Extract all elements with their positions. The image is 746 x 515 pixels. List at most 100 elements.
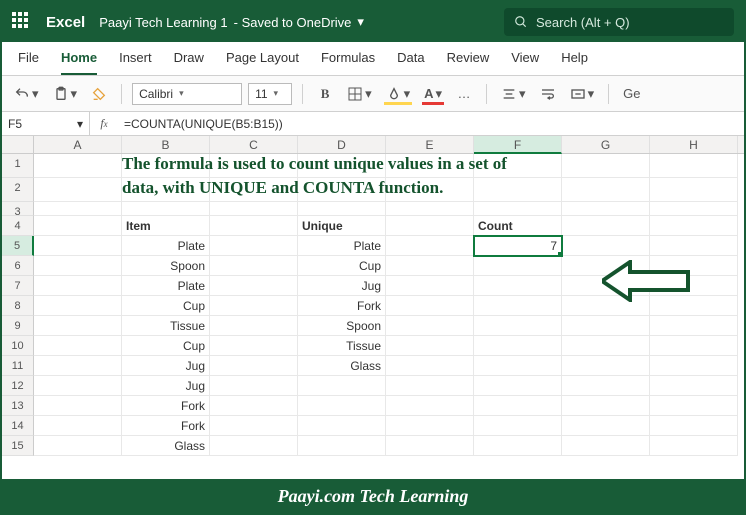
row-head[interactable]: 15 bbox=[2, 436, 34, 456]
chevron-down-icon: ▾ bbox=[77, 117, 83, 131]
row-head[interactable]: 6 bbox=[2, 256, 34, 276]
col-head-g[interactable]: G bbox=[562, 136, 650, 153]
cell[interactable] bbox=[34, 154, 122, 178]
cell[interactable] bbox=[650, 154, 738, 178]
app-name: Excel bbox=[46, 14, 85, 31]
cell[interactable]: The formula is used to count unique valu… bbox=[122, 154, 210, 178]
col-head-c[interactable]: C bbox=[210, 136, 298, 153]
cell[interactable] bbox=[562, 178, 650, 202]
row-head[interactable]: 10 bbox=[2, 336, 34, 356]
bold-button[interactable]: B bbox=[313, 82, 337, 106]
cell[interactable] bbox=[650, 178, 738, 202]
wrap-text-button[interactable] bbox=[536, 82, 560, 106]
cell-header-count[interactable]: Count bbox=[474, 216, 562, 236]
row-head[interactable]: 13 bbox=[2, 396, 34, 416]
row-head[interactable]: 1 bbox=[2, 154, 34, 178]
cell-unique[interactable]: Jug bbox=[298, 276, 386, 296]
app-launcher-icon[interactable] bbox=[12, 12, 32, 32]
tab-data[interactable]: Data bbox=[397, 50, 424, 75]
undo-button[interactable]: ▾ bbox=[10, 82, 43, 106]
row-head[interactable]: 12 bbox=[2, 376, 34, 396]
document-name: Paayi Tech Learning 1 bbox=[99, 15, 227, 30]
cell-item[interactable]: Glass bbox=[122, 436, 210, 456]
cell-unique[interactable]: Cup bbox=[298, 256, 386, 276]
cell-item[interactable]: Spoon bbox=[122, 256, 210, 276]
cell-item[interactable]: Jug bbox=[122, 356, 210, 376]
tab-insert[interactable]: Insert bbox=[119, 50, 152, 75]
cell-item[interactable]: Fork bbox=[122, 416, 210, 436]
row-head[interactable]: 7 bbox=[2, 276, 34, 296]
chevron-down-icon: ▾ bbox=[404, 86, 411, 102]
align-center-button[interactable]: ▾ bbox=[497, 82, 530, 106]
cell-item[interactable]: Cup bbox=[122, 336, 210, 356]
tab-draw[interactable]: Draw bbox=[174, 50, 204, 75]
col-head-h[interactable]: H bbox=[650, 136, 738, 153]
col-head-d[interactable]: D bbox=[298, 136, 386, 153]
cell[interactable] bbox=[562, 154, 650, 178]
col-head-e[interactable]: E bbox=[386, 136, 474, 153]
cell[interactable]: data, with UNIQUE and COUNTA function. bbox=[122, 178, 210, 202]
tab-home[interactable]: Home bbox=[61, 50, 97, 75]
document-title[interactable]: Paayi Tech Learning 1 - Saved to OneDriv… bbox=[99, 14, 364, 30]
row-head[interactable]: 14 bbox=[2, 416, 34, 436]
cell[interactable] bbox=[386, 216, 474, 236]
cell-item[interactable]: Jug bbox=[122, 376, 210, 396]
cell-unique[interactable]: Spoon bbox=[298, 316, 386, 336]
cell[interactable] bbox=[34, 178, 122, 202]
name-box-value: F5 bbox=[8, 117, 22, 131]
fill-color-button[interactable]: ▾ bbox=[382, 82, 415, 106]
col-head-a[interactable]: A bbox=[34, 136, 122, 153]
row-head[interactable]: 4 bbox=[2, 216, 34, 236]
font-size-select[interactable]: 11 ▾ bbox=[248, 83, 292, 105]
col-head-f[interactable]: F bbox=[474, 136, 562, 154]
cell[interactable] bbox=[34, 216, 122, 236]
tab-page-layout[interactable]: Page Layout bbox=[226, 50, 299, 75]
more-font-button[interactable]: … bbox=[452, 82, 476, 106]
chevron-down-icon: ▾ bbox=[32, 86, 39, 102]
col-head-b[interactable]: B bbox=[122, 136, 210, 153]
cell-unique[interactable]: Tissue bbox=[298, 336, 386, 356]
chevron-down-icon: ▾ bbox=[365, 86, 372, 102]
footer-banner: Paayi.com Tech Learning bbox=[2, 479, 744, 513]
cell-item[interactable]: Cup bbox=[122, 296, 210, 316]
cell-item[interactable]: Plate bbox=[122, 236, 210, 256]
cell-header-item[interactable]: Item bbox=[122, 216, 210, 236]
cell[interactable] bbox=[210, 216, 298, 236]
explain-text-2: data, with UNIQUE and COUNTA function. bbox=[122, 178, 443, 198]
cell[interactable] bbox=[474, 178, 562, 202]
cell-unique[interactable]: Plate bbox=[298, 236, 386, 256]
cell-count-selected[interactable]: 7 bbox=[474, 236, 562, 256]
row-head[interactable]: 11 bbox=[2, 356, 34, 376]
cell-item[interactable]: Plate bbox=[122, 276, 210, 296]
cell-item[interactable]: Tissue bbox=[122, 316, 210, 336]
row-head[interactable]: 2 bbox=[2, 178, 34, 202]
borders-button[interactable]: ▾ bbox=[343, 82, 376, 106]
row-head[interactable]: 9 bbox=[2, 316, 34, 336]
font-family-select[interactable]: Calibri ▾ bbox=[132, 83, 242, 105]
tab-file[interactable]: File bbox=[18, 50, 39, 75]
formula-bar[interactable]: =COUNTA(UNIQUE(B5:B15)) bbox=[118, 117, 744, 131]
select-all-corner[interactable] bbox=[2, 136, 34, 154]
paste-button[interactable]: ▾ bbox=[49, 82, 82, 106]
tab-formulas[interactable]: Formulas bbox=[321, 50, 375, 75]
number-format-button[interactable]: Ge bbox=[619, 82, 644, 106]
tab-help[interactable]: Help bbox=[561, 50, 588, 75]
row-head[interactable]: 8 bbox=[2, 296, 34, 316]
cell-unique[interactable]: Glass bbox=[298, 356, 386, 376]
tab-review[interactable]: Review bbox=[447, 50, 490, 75]
chevron-down-icon: ▾ bbox=[436, 86, 443, 102]
explain-text-1: The formula is used to count unique valu… bbox=[122, 154, 507, 174]
fx-icon[interactable]: fx bbox=[90, 116, 118, 131]
row-head[interactable]: 3 bbox=[2, 202, 34, 216]
cell-item[interactable]: Fork bbox=[122, 396, 210, 416]
tab-view[interactable]: View bbox=[511, 50, 539, 75]
cell-unique[interactable]: Fork bbox=[298, 296, 386, 316]
search-input[interactable]: Search (Alt + Q) bbox=[504, 8, 734, 36]
row-head[interactable]: 5 bbox=[2, 236, 34, 256]
ribbon-tabs: File Home Insert Draw Page Layout Formul… bbox=[2, 42, 744, 76]
format-painter-button[interactable] bbox=[87, 82, 111, 106]
merge-button[interactable]: ▾ bbox=[566, 82, 599, 106]
font-color-button[interactable]: A ▾ bbox=[420, 82, 446, 106]
name-box[interactable]: F5 ▾ bbox=[2, 112, 90, 135]
cell-header-unique[interactable]: Unique bbox=[298, 216, 386, 236]
